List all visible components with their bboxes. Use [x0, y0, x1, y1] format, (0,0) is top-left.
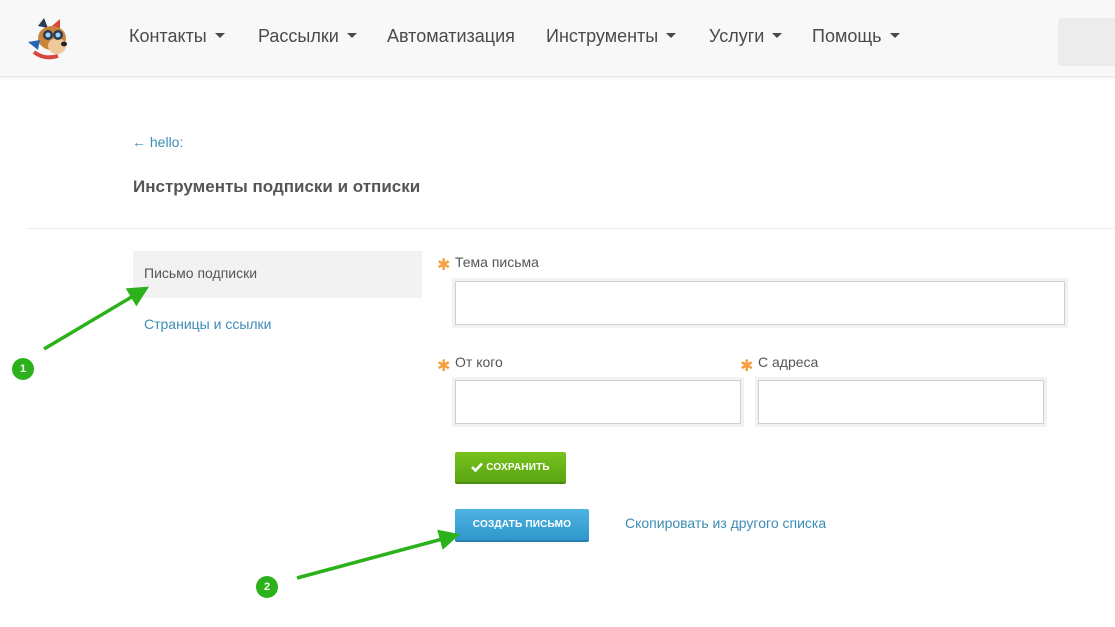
- sidebar-item-subscription-letter[interactable]: Письмо подписки: [133, 251, 422, 298]
- back-link[interactable]: ← hello:: [132, 134, 183, 150]
- required-asterisk-icon: ✱: [437, 358, 451, 375]
- page-title: Инструменты подписки и отписки: [133, 177, 421, 196]
- nav-tools[interactable]: Инструменты: [546, 26, 677, 52]
- nav-help[interactable]: Помощь: [812, 26, 900, 52]
- chevron-down-icon: [889, 33, 900, 38]
- nav-mailings[interactable]: Рассылки: [258, 26, 357, 52]
- chevron-down-icon: [214, 33, 225, 38]
- nav-mailings-label: Рассылки: [258, 26, 339, 46]
- save-button[interactable]: СОХРАНИТЬ: [455, 452, 566, 484]
- from-address-label: С адреса: [758, 354, 819, 370]
- user-menu[interactable]: [1058, 18, 1115, 66]
- chevron-down-icon: [346, 33, 357, 38]
- nav-help-label: Помощь: [812, 26, 882, 46]
- chevron-down-icon: [666, 33, 677, 38]
- annotation-badge-1: 1: [12, 358, 34, 380]
- nav-automation-label: Автоматизация: [387, 26, 515, 46]
- copy-from-other-list-link[interactable]: Скопировать из другого списка: [625, 515, 826, 531]
- required-asterisk-icon: ✱: [437, 257, 451, 274]
- nav-contacts-label: Контакты: [129, 26, 207, 46]
- from-address-input[interactable]: [758, 380, 1044, 424]
- save-button-label: СОХРАНИТЬ: [486, 461, 550, 473]
- chevron-down-icon: [772, 33, 783, 38]
- nav-services[interactable]: Услуги: [709, 26, 783, 52]
- sidebar-item-pages-and-links[interactable]: Страницы и ссылки: [144, 316, 272, 332]
- from-name-label: От кого: [455, 354, 503, 370]
- nav-tools-label: Инструменты: [546, 26, 659, 46]
- annotation-badge-2: 2: [256, 576, 278, 598]
- subject-input[interactable]: [455, 281, 1065, 325]
- nav-automation[interactable]: Автоматизация: [387, 26, 515, 52]
- required-asterisk-icon: ✱: [740, 358, 754, 375]
- nav-contacts[interactable]: Контакты: [129, 26, 225, 52]
- from-name-input[interactable]: [455, 380, 741, 424]
- top-navbar: Контакты Рассылки Автоматизация Инструме…: [0, 0, 1115, 77]
- logo-dog-icon[interactable]: [24, 16, 76, 62]
- create-letter-button[interactable]: СОЗДАТЬ ПИСЬМО: [455, 509, 589, 542]
- nav-services-label: Услуги: [709, 26, 765, 46]
- checkmark-icon: [471, 462, 484, 472]
- subject-label: Тема письма: [455, 254, 539, 270]
- annotation-arrow-2: [296, 529, 461, 580]
- annotation-arrow-1: [43, 286, 150, 351]
- divider: [27, 228, 1115, 229]
